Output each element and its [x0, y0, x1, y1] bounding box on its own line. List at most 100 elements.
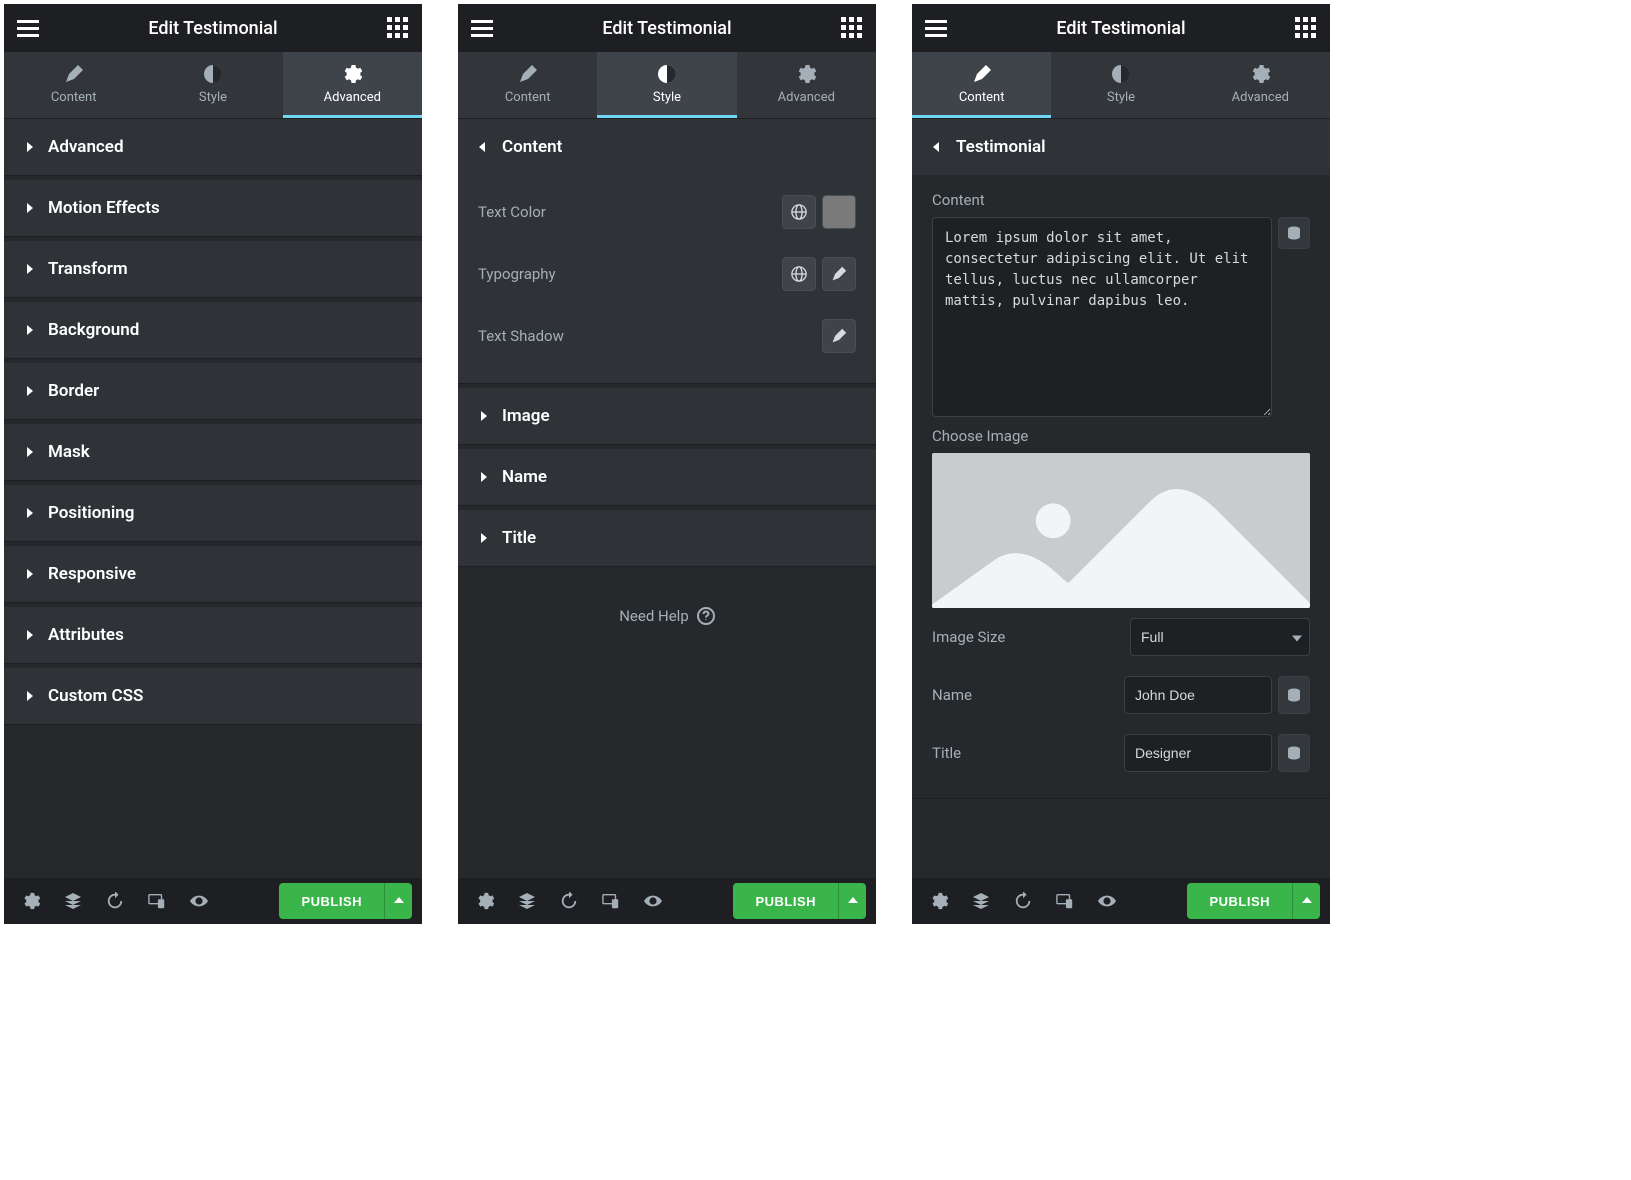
widgets-grid-icon[interactable] — [1294, 16, 1318, 40]
chevron-down-icon — [932, 142, 942, 152]
edit-text-shadow-button[interactable] — [822, 319, 856, 353]
tab-label: Content — [959, 90, 1005, 105]
control-name: Name — [932, 666, 1310, 724]
section-toggle[interactable]: Positioning — [4, 485, 422, 541]
tab-style[interactable]: Style — [597, 52, 736, 118]
tab-advanced[interactable]: Advanced — [283, 52, 422, 118]
name-input[interactable] — [1124, 676, 1272, 714]
section-title: Advanced — [48, 137, 124, 157]
global-typography-button[interactable] — [782, 257, 816, 291]
section-toggle[interactable]: Name — [458, 449, 876, 505]
section-toggle[interactable]: Background — [4, 302, 422, 358]
panel-title: Edit Testimonial — [494, 18, 840, 39]
section-toggle[interactable]: Motion Effects — [4, 180, 422, 236]
publish-options-button[interactable] — [1292, 883, 1320, 919]
help-link[interactable]: Need Help — [458, 567, 876, 665]
panel-footer: PUBLISH — [912, 878, 1330, 924]
help-text: Need Help — [619, 607, 689, 625]
control-image-size: Image Size — [932, 608, 1310, 666]
menu-icon[interactable] — [16, 16, 40, 40]
publish-button[interactable]: PUBLISH — [279, 883, 384, 919]
content-textarea[interactable] — [932, 217, 1272, 417]
history-icon[interactable] — [1006, 884, 1040, 918]
preview-icon[interactable] — [636, 884, 670, 918]
panel-title: Edit Testimonial — [40, 18, 386, 39]
chevron-right-icon — [24, 447, 34, 457]
settings-icon[interactable] — [922, 884, 956, 918]
control-label: Name — [932, 686, 972, 704]
section-toggle[interactable]: Transform — [4, 241, 422, 297]
preview-icon[interactable] — [182, 884, 216, 918]
preview-icon[interactable] — [1090, 884, 1124, 918]
chevron-right-icon — [24, 630, 34, 640]
section-toggle[interactable]: Image — [458, 388, 876, 444]
dynamic-tags-button[interactable] — [1278, 734, 1310, 772]
tab-content[interactable]: Content — [912, 52, 1051, 118]
navigator-icon[interactable] — [964, 884, 998, 918]
image-size-value[interactable] — [1130, 618, 1310, 656]
section-title: Transform — [48, 259, 128, 279]
edit-typography-button[interactable] — [822, 257, 856, 291]
section-name: Name — [458, 449, 876, 506]
settings-icon[interactable] — [468, 884, 502, 918]
control-label: Text Shadow — [478, 327, 564, 345]
tab-style[interactable]: Style — [143, 52, 282, 118]
section-title: Mask — [48, 442, 90, 462]
chevron-right-icon — [24, 264, 34, 274]
navigator-icon[interactable] — [510, 884, 544, 918]
section-toggle[interactable]: Title — [458, 510, 876, 566]
widgets-grid-icon[interactable] — [386, 16, 410, 40]
section-toggle[interactable]: Custom CSS — [4, 668, 422, 724]
widgets-grid-icon[interactable] — [840, 16, 864, 40]
section-toggle[interactable]: Responsive — [4, 546, 422, 602]
tab-label: Style — [1107, 90, 1135, 105]
section-body: Text Color Typography Text Shadow — [458, 175, 876, 383]
section-responsive: Responsive — [4, 546, 422, 603]
section-toggle[interactable]: Testimonial — [912, 119, 1330, 175]
panel-header: Edit Testimonial — [912, 4, 1330, 52]
global-color-button[interactable] — [782, 195, 816, 229]
image-size-select[interactable] — [1130, 618, 1310, 656]
publish-options-button[interactable] — [838, 883, 866, 919]
tab-advanced[interactable]: Advanced — [737, 52, 876, 118]
section-toggle[interactable]: Content — [458, 119, 876, 175]
menu-icon[interactable] — [470, 16, 494, 40]
chevron-right-icon — [24, 325, 34, 335]
section-toggle[interactable]: Attributes — [4, 607, 422, 663]
content-label: Content — [932, 191, 1310, 209]
control-typography: Typography — [478, 243, 856, 305]
panel-footer: PUBLISH — [4, 878, 422, 924]
section-title: Border — [48, 381, 99, 401]
tab-style[interactable]: Style — [1051, 52, 1190, 118]
responsive-icon[interactable] — [140, 884, 174, 918]
history-icon[interactable] — [552, 884, 586, 918]
settings-icon[interactable] — [14, 884, 48, 918]
control-label: Image Size — [932, 628, 1005, 646]
dynamic-tags-button[interactable] — [1278, 217, 1310, 249]
publish-button[interactable]: PUBLISH — [1187, 883, 1292, 919]
control-label: Typography — [478, 265, 556, 283]
publish-options-button[interactable] — [384, 883, 412, 919]
dynamic-tags-button[interactable] — [1278, 676, 1310, 714]
section-toggle[interactable]: Border — [4, 363, 422, 419]
section-toggle[interactable]: Advanced — [4, 119, 422, 175]
section-title: Background — [48, 320, 139, 340]
section-transform: Transform — [4, 241, 422, 298]
tab-label: Style — [199, 90, 227, 105]
tabs: Content Style Advanced — [458, 52, 876, 119]
tab-content[interactable]: Content — [458, 52, 597, 118]
publish-group: PUBLISH — [733, 883, 866, 919]
image-picker[interactable] — [932, 453, 1310, 608]
responsive-icon[interactable] — [594, 884, 628, 918]
color-swatch[interactable] — [822, 195, 856, 229]
publish-button[interactable]: PUBLISH — [733, 883, 838, 919]
title-input[interactable] — [1124, 734, 1272, 772]
chevron-right-icon — [24, 569, 34, 579]
tab-content[interactable]: Content — [4, 52, 143, 118]
section-toggle[interactable]: Mask — [4, 424, 422, 480]
history-icon[interactable] — [98, 884, 132, 918]
menu-icon[interactable] — [924, 16, 948, 40]
responsive-icon[interactable] — [1048, 884, 1082, 918]
tab-advanced[interactable]: Advanced — [1191, 52, 1330, 118]
navigator-icon[interactable] — [56, 884, 90, 918]
